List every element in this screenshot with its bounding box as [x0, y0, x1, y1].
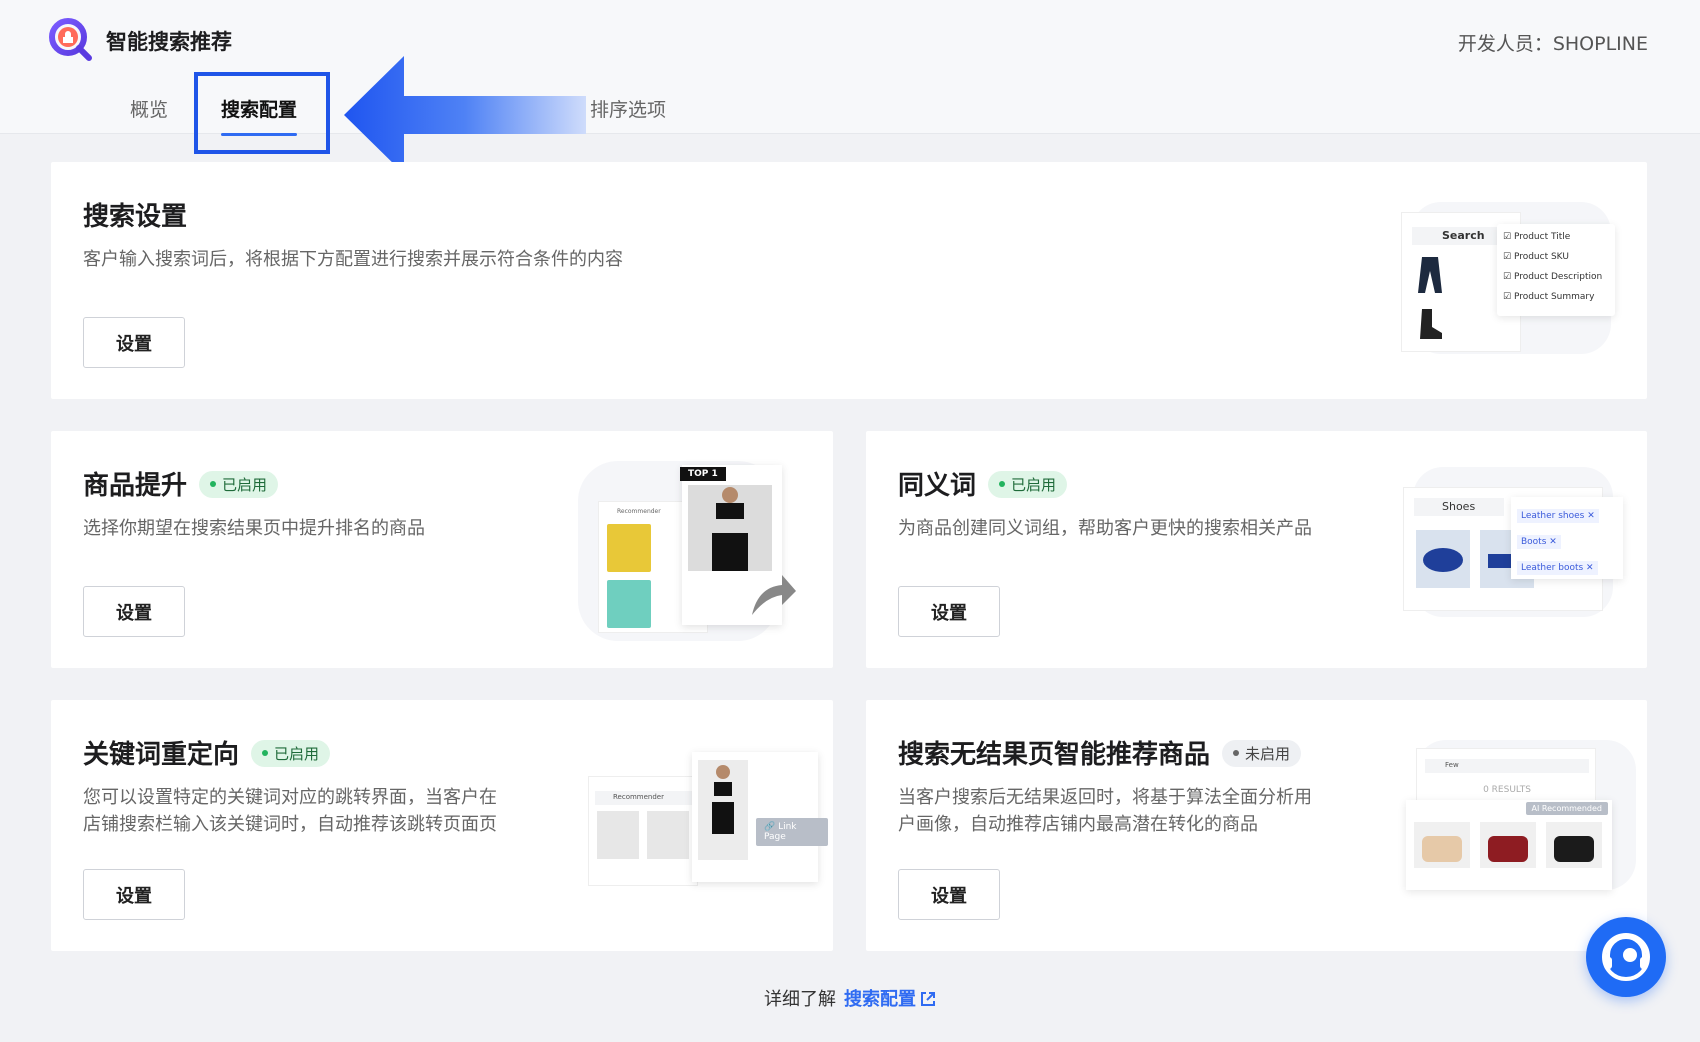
tab-highlight-box: [194, 72, 330, 154]
shoe-icon: [1423, 548, 1463, 572]
product-thumb: [647, 811, 689, 859]
recommended-badge: AI Recommended: [1525, 802, 1608, 815]
footer-learn-more: 详细了解 搜索配置: [0, 985, 1700, 1011]
status-badge: 已启用: [988, 471, 1068, 498]
arrow-up-icon: [752, 575, 796, 615]
app-title: 智能搜索推荐: [106, 30, 232, 54]
product-thumb: [1546, 822, 1602, 868]
illus-option: ☑ Product Title: [1503, 232, 1571, 242]
product-thumb: [597, 811, 639, 859]
product-thumb: [1414, 822, 1470, 868]
redirect-title: 关键词重定向 已启用: [83, 734, 331, 771]
synonyms-illustration: Shoes Leather shoes ✕ Boots ✕ Leather bo…: [1403, 467, 1633, 617]
search-settings-button[interactable]: 设置: [83, 317, 185, 368]
app-logo-icon: [49, 18, 92, 61]
redirect-button[interactable]: 设置: [83, 869, 185, 920]
synonym-tag: Leather shoes ✕: [1517, 509, 1599, 523]
headset-icon: [1602, 933, 1650, 981]
model-icon: [712, 765, 734, 834]
boost-desc: 选择你期望在搜索结果页中提升排名的商品: [83, 518, 425, 539]
card-search-settings: 搜索设置 客户输入搜索词后，将根据下方配置进行搜索并展示符合条件的内容 设置 S…: [51, 162, 1647, 399]
developer-label: 开发人员：SHOPLINE: [1457, 33, 1648, 55]
zero-results-label: 0 RESULTS: [1483, 785, 1531, 795]
card-synonyms: 同义词 已启用 为商品创建同义词组，帮助客户更快的搜索相关产品 设置 Shoes …: [866, 431, 1647, 668]
product-photo: [698, 760, 748, 860]
status-badge: 已启用: [199, 471, 279, 498]
search-settings-desc: 客户输入搜索词后，将根据下方配置进行搜索并展示符合条件的内容: [83, 249, 623, 270]
footer-text: 详细了解: [764, 989, 836, 1010]
illus-list-panel: Recommender: [588, 776, 698, 886]
card-keyword-redirect: 关键词重定向 已启用 您可以设置特定的关键词对应的跳转界面，当客户在 店铺搜索栏输入…: [51, 700, 833, 951]
redirect-illustration: Recommender 🔗 Link Page: [588, 746, 828, 896]
no-results-illustration: Few 0 RESULTS AI Recommended: [1406, 740, 1646, 900]
no-results-title: 搜索无结果页智能推荐商品 未启用: [898, 734, 1302, 771]
illus-option: ☑ Product Summary: [1503, 292, 1595, 302]
synonyms-title: 同义词 已启用: [898, 465, 1068, 502]
customer-service-button[interactable]: [1586, 917, 1666, 997]
boost-title: 商品提升 已启用: [83, 465, 279, 502]
bag-icon: [1488, 836, 1528, 862]
search-config-link[interactable]: 搜索配置: [844, 989, 936, 1010]
boost-illustration: Recommender TOP 1: [578, 461, 808, 641]
illus-option: ☑ Product SKU: [1503, 252, 1569, 262]
product-photo: [688, 485, 772, 571]
product-thumb: [1480, 822, 1536, 868]
link-page-badge: 🔗 Link Page: [756, 818, 828, 846]
illus-options-popup: ☑ Product Title ☑ Product SKU ☑ Product …: [1497, 224, 1615, 316]
illus-tags-popup: Leather shoes ✕ Boots ✕ Leather boots ✕: [1511, 497, 1623, 579]
synonyms-button[interactable]: 设置: [898, 586, 1000, 637]
boot-icon: [1420, 309, 1442, 339]
no-results-button[interactable]: 设置: [898, 869, 1000, 920]
synonym-tag: Leather boots ✕: [1517, 561, 1598, 575]
status-badge: 未启用: [1222, 740, 1302, 767]
model-icon: [712, 487, 748, 571]
bag-icon: [1554, 836, 1594, 862]
illus-recommend-panel: AI Recommended: [1406, 800, 1612, 890]
illus-list-label: Recommender: [595, 791, 693, 805]
redirect-desc: 您可以设置特定的关键词对应的跳转界面，当客户在 店铺搜索栏输入该关键词时，自动推荐…: [83, 787, 497, 835]
product-thumb: [1416, 530, 1470, 588]
illus-search-bar: Few: [1425, 759, 1589, 773]
product-thumb: [607, 524, 651, 572]
bag-icon: [1422, 836, 1462, 862]
product-thumb: [607, 580, 651, 628]
synonym-tag: Boots ✕: [1517, 535, 1561, 549]
arrow-left-icon: [344, 56, 586, 174]
card-product-boost: 商品提升 已启用 选择你期望在搜索结果页中提升排名的商品 设置 Recommend…: [51, 431, 833, 668]
illus-search-bar: Shoes: [1414, 498, 1504, 516]
boost-button[interactable]: 设置: [83, 586, 185, 637]
illus-link-panel: [692, 752, 818, 882]
top1-badge: TOP 1: [680, 467, 726, 481]
search-settings-illustration: Search ☑ Product Title ☑ Product SKU ☑ P…: [1401, 202, 1623, 354]
card-no-results: 搜索无结果页智能推荐商品 未启用 当客户搜索后无结果返回时，将基于算法全面分析用户…: [866, 700, 1647, 951]
search-settings-title: 搜索设置: [83, 202, 188, 232]
synonyms-desc: 为商品创建同义词组，帮助客户更快的搜索相关产品: [898, 518, 1312, 539]
pants-icon: [1418, 257, 1442, 293]
tab-sort-options[interactable]: 排序选项: [590, 95, 666, 122]
no-results-desc: 当客户搜索后无结果返回时，将基于算法全面分析用 户画像，自动推荐店铺内最高潜在转化…: [898, 787, 1312, 835]
external-link-icon: [921, 992, 935, 1006]
illus-search-panel: Few 0 RESULTS: [1416, 748, 1596, 808]
illus-option: ☑ Product Description: [1503, 272, 1603, 282]
tab-overview[interactable]: 概览: [130, 95, 168, 122]
status-badge: 已启用: [251, 740, 331, 767]
